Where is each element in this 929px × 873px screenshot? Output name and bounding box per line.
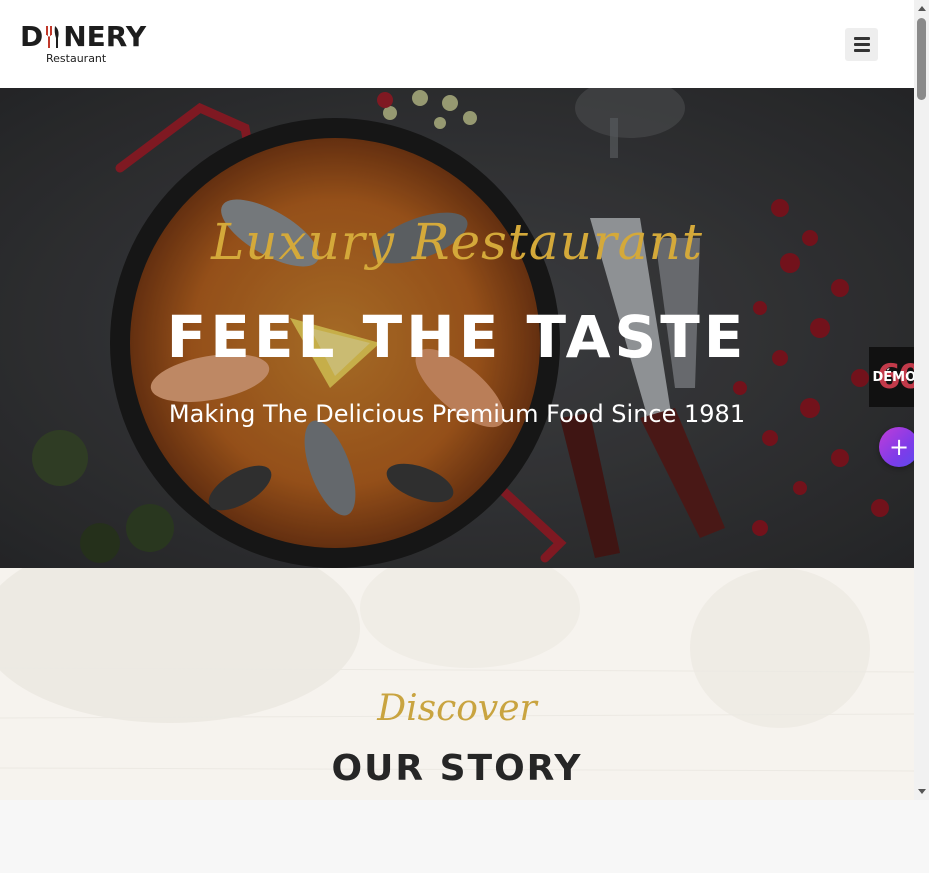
- hero-banner: Luxury Restaurant FEEL THE TASTE Making …: [0, 88, 914, 568]
- logo-wordmark: D NERY: [20, 20, 146, 54]
- story-title: OUR STORY: [331, 748, 583, 789]
- our-story-section: Discover OUR STORY: [0, 568, 914, 800]
- hero-title: FEEL THE TASTE: [166, 303, 748, 371]
- logo-letter-d: D: [20, 20, 44, 53]
- hamburger-icon-bar: [853, 37, 870, 40]
- story-script-heading: Discover: [377, 688, 537, 729]
- vertical-scrollbar[interactable]: [914, 0, 929, 800]
- scroll-down-arrow-icon[interactable]: [914, 785, 929, 797]
- hamburger-icon-bar: [853, 49, 870, 52]
- hamburger-icon-bar: [853, 43, 870, 46]
- scrollbar-thumb[interactable]: [917, 18, 926, 100]
- hero-script-heading: Luxury Restaurant: [211, 213, 703, 271]
- plus-icon: +: [888, 433, 910, 461]
- site-logo[interactable]: D NERY Restaurant: [20, 20, 146, 68]
- site-header: D NERY Restaurant: [0, 0, 914, 88]
- scroll-up-arrow-icon[interactable]: [914, 2, 929, 14]
- hero-subtitle: Making The Delicious Premium Food Since …: [168, 400, 746, 428]
- page-bottom-area: [0, 800, 929, 873]
- logo-letters-nery: NERY: [63, 20, 147, 53]
- fork-knife-icon: [44, 22, 62, 52]
- page-viewport: D NERY Restaurant Luxury Restaurant FEEL…: [0, 0, 914, 800]
- add-button[interactable]: +: [879, 427, 919, 467]
- menu-toggle-button[interactable]: [845, 28, 878, 61]
